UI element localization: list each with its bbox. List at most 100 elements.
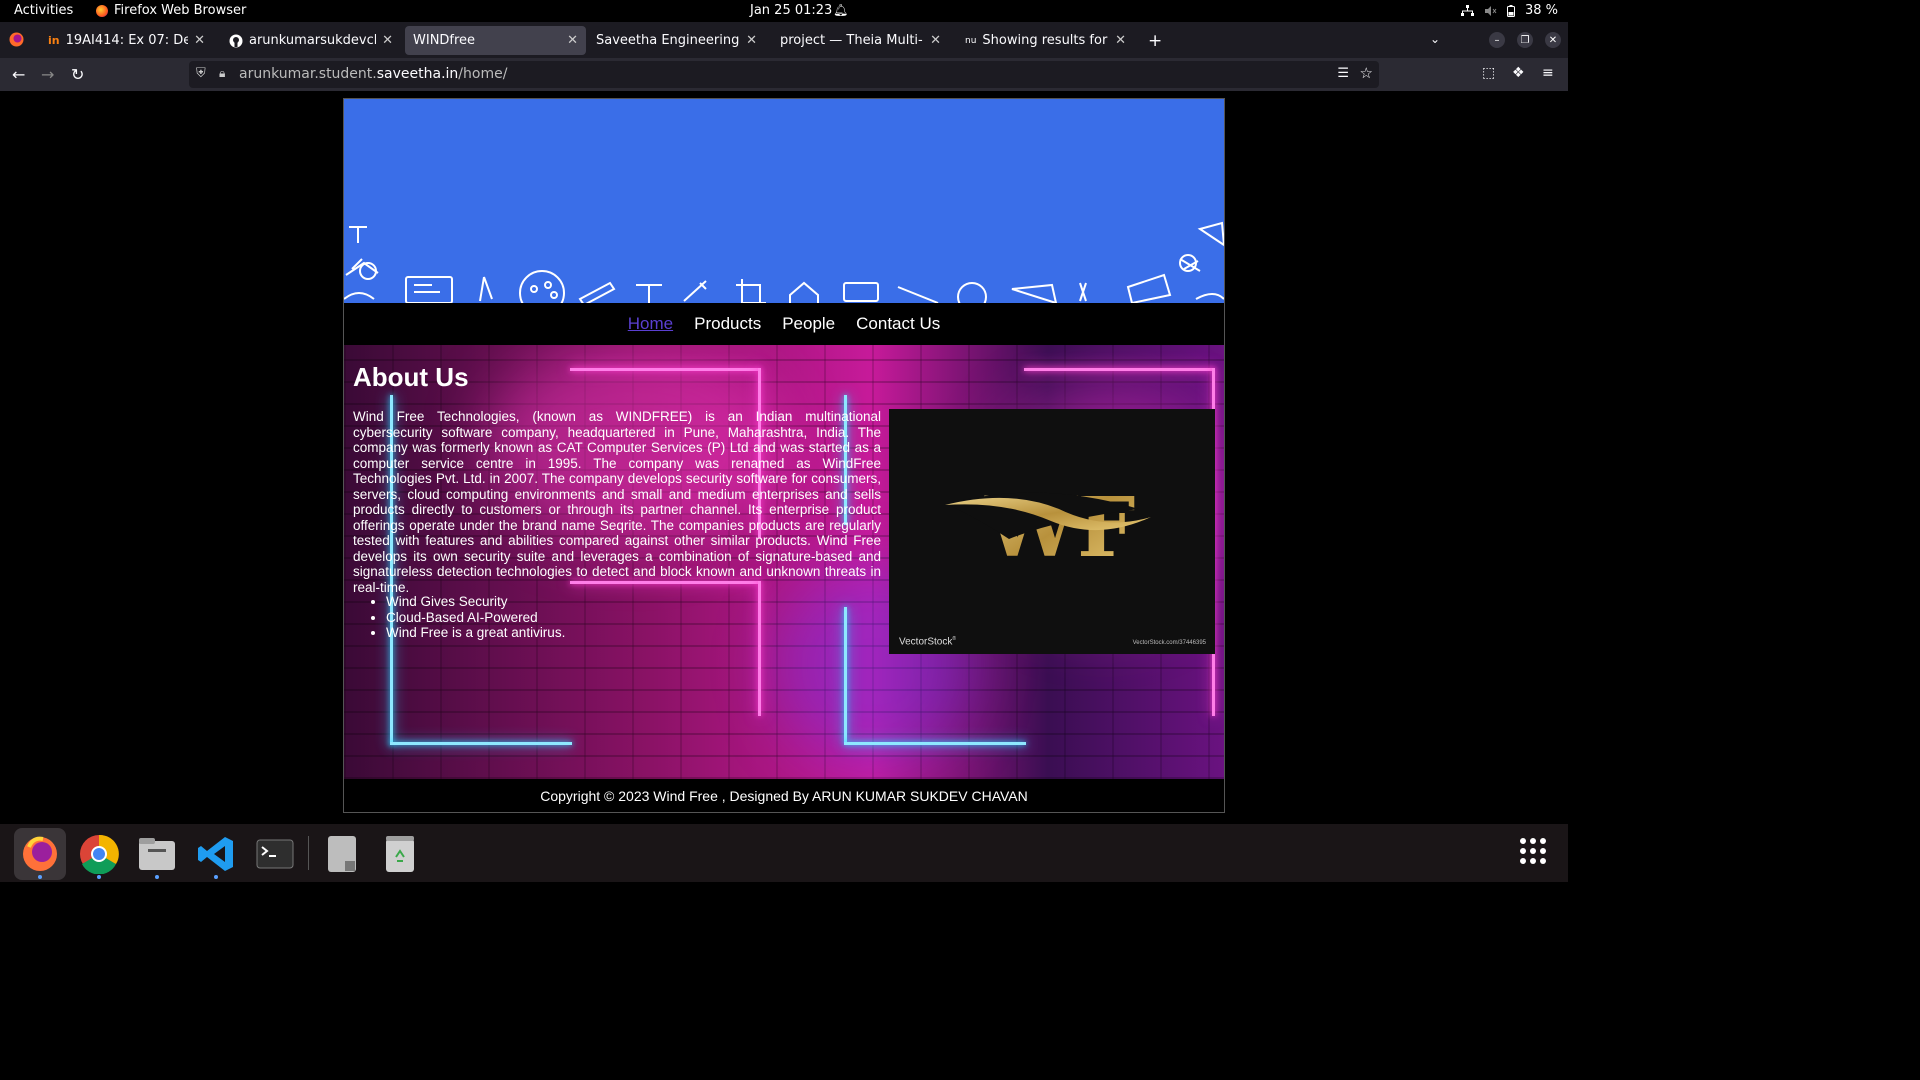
chevron-down-icon[interactable]: ⌄ [1430,32,1440,46]
running-indicator [214,875,218,879]
menu-products-link[interactable]: Products [694,314,761,334]
tab-strip: in 19AI414: Ex 07: Design a ✕ arunkumars… [0,22,1568,58]
tab-label: Showing results for http [982,33,1109,48]
nu-icon: nu [965,35,977,46]
url-bar[interactable]: ⛨ 🔒︎ arunkumar.student.saveetha.in/home/… [189,61,1379,88]
site-menu: Home Products People Contact Us [344,303,1224,345]
tab-label: WINDfree [413,33,476,48]
app-menu[interactable]: Firefox Web Browser [96,3,246,18]
vscode-icon [198,837,233,871]
menu-hamburger-icon[interactable]: ≡ [1542,65,1554,81]
close-icon[interactable]: ✕ [567,33,578,48]
trash-icon [386,836,414,872]
terminal-icon [256,839,294,869]
tab-saveetha[interactable]: Saveetha Engineering Colleg ✕ [588,26,765,55]
close-icon[interactable]: ✕ [194,33,205,48]
page-viewport: Home Products People Contact Us About Us… [0,91,1568,824]
restore-icon[interactable]: ❐ [1517,32,1533,48]
neon-line [1024,368,1214,371]
running-indicator [38,875,42,879]
banner-doodles [344,99,1224,303]
reload-icon[interactable]: ↻ [71,65,84,84]
menu-people-link[interactable]: People [782,314,835,334]
tab-windfree[interactable]: WINDfree ✕ [405,26,586,55]
tab-moodle[interactable]: in 19AI414: Ex 07: Design a ✕ [40,26,213,55]
bookmark-star-icon[interactable]: ☆ [1360,64,1373,82]
running-indicator [155,875,159,879]
tab-github[interactable]: arunkumarsukdevchavan ✕ [221,26,401,55]
dock-ssd-drive[interactable] [316,828,368,880]
neon-line [844,607,847,742]
chrome-icon [80,834,119,874]
github-icon [229,34,243,47]
dock-terminal[interactable] [249,828,301,880]
tab-label: project — Theia Multi-Langu [780,33,924,48]
neon-line [758,581,761,716]
window-close-icon[interactable]: ✕ [1545,32,1561,48]
about-paragraph: Wind Free Technologies, (known as WINDFR… [353,409,881,595]
logo-id: VectorStock.com/37446395 [1132,640,1206,646]
dock-vscode[interactable] [190,828,242,880]
lock-icon[interactable]: 🔒︎ [219,66,225,81]
tab-label: arunkumarsukdevchavan [249,33,376,48]
tracking-shield-icon[interactable]: ⛨ [196,66,206,81]
system-tray[interactable]: 38 % [1460,3,1558,18]
doodle-icons-strip [344,221,1224,303]
menu-home-link[interactable]: Home [628,314,673,334]
extensions-icon[interactable]: ❖ [1512,65,1525,81]
tab-theia[interactable]: project — Theia Multi-Langu ✕ [772,26,949,55]
dock-firefox[interactable] [14,828,66,880]
neon-line [570,368,760,371]
network-icon [1460,4,1474,16]
battery-icon [1506,4,1515,17]
wf-logo: WF [945,480,1151,576]
about-heading: About Us [353,362,469,392]
minimize-icon[interactable]: – [1489,32,1505,48]
clock[interactable]: Jan 25 01:23 [750,3,832,18]
pocket-icon[interactable]: ⬚ [1482,65,1495,81]
firefox-view-icon[interactable] [9,32,24,47]
new-tab-plus-icon[interactable]: + [1148,31,1162,51]
dock-trash[interactable] [374,828,426,880]
app-name: Firefox Web Browser [114,3,247,18]
tab-search-results[interactable]: nu Showing results for http ✕ [957,26,1134,55]
windfree-logo-image: WF VectorStock® VectorStock.com/37446395 [889,409,1215,654]
menu-contact-link[interactable]: Contact Us [856,314,940,334]
dock-chrome[interactable] [73,828,125,880]
about-section: About Us Wind Free Technologies, (known … [344,345,1224,779]
neon-line [844,742,1026,745]
files-icon [139,838,175,870]
neon-line [390,742,572,745]
close-icon[interactable]: ✕ [382,33,393,48]
list-item: Cloud-Based AI-Powered [386,610,565,626]
reader-view-icon[interactable]: ☰ [1337,66,1349,81]
ssd-icon [328,836,356,872]
firefox-icon [96,4,108,17]
firefox-icon [23,836,57,871]
dock-files[interactable] [131,828,183,880]
dash-dock [0,824,1568,882]
list-item: Wind Free is a great antivirus. [386,625,565,641]
battery-percent: 38 % [1524,3,1558,18]
tab-label: 19AI414: Ex 07: Design a [65,33,189,48]
windfree-site: Home Products People Contact Us About Us… [343,98,1225,813]
url-text[interactable]: arunkumar.student.saveetha.in/home/ [239,66,507,82]
list-item: Wind Gives Security [386,594,565,610]
site-footer: Copyright © 2023 Wind Free , Designed By… [344,779,1224,812]
volume-muted-icon [1484,5,1497,16]
running-indicator [97,875,101,879]
dock-separator [308,836,309,870]
activities-button[interactable]: Activities [14,3,73,18]
close-icon[interactable]: ✕ [746,33,757,48]
close-icon[interactable]: ✕ [930,33,941,48]
close-icon[interactable]: ✕ [1115,33,1126,48]
show-apps-grid-icon[interactable] [1520,838,1546,864]
navigation-toolbar: ← → ↻ ⛨ 🔒︎ arunkumar.student.saveetha.in… [0,58,1568,91]
back-arrow-icon[interactable]: ← [12,65,25,84]
forward-arrow-icon[interactable]: → [41,65,54,84]
system-top-bar: Activities Firefox Web Browser Jan 25 01… [0,0,1568,22]
bell-icon: 🔔︎ [833,3,849,17]
tab-label: Saveetha Engineering Colleg [596,33,740,48]
logo-credit: VectorStock® [899,635,957,647]
feature-list: Wind Gives Security Cloud-Based AI-Power… [386,594,565,641]
